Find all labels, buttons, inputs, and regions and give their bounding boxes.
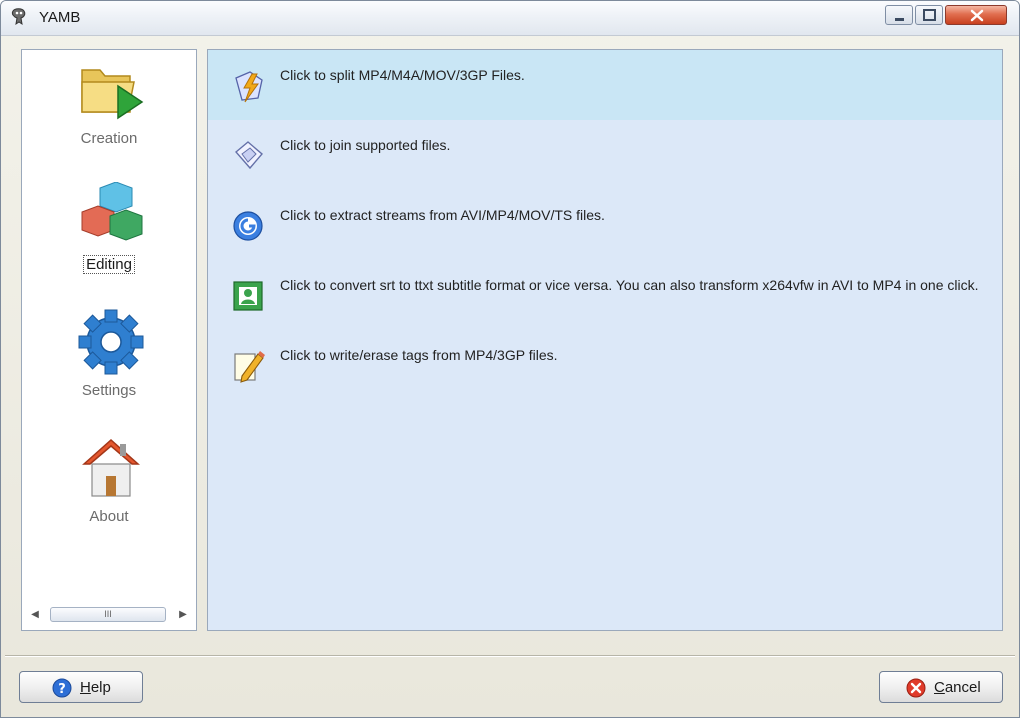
cancel-button-label: Cancel (934, 679, 981, 696)
help-button-label: Help (80, 679, 111, 696)
sidebar-item-creation[interactable]: Creation (22, 52, 196, 168)
sidebar-item-about[interactable]: About (22, 430, 196, 546)
folder-play-icon (81, 69, 144, 120)
minimize-button[interactable] (885, 5, 913, 25)
horizontal-scrollbar[interactable]: ◀ III ▶ (26, 606, 192, 624)
cancel-icon (906, 678, 926, 698)
close-button[interactable] (945, 5, 1007, 25)
cancel-button[interactable]: Cancel (879, 671, 1003, 703)
task-extract[interactable]: Click to extract streams from AVI/MP4/MO… (208, 190, 1002, 260)
gear-icon (78, 309, 144, 375)
task-label: Click to convert srt to ttxt subtitle fo… (280, 277, 979, 293)
sidebar-item-editing[interactable]: Editing (22, 178, 196, 294)
scroll-right-arrow-icon[interactable]: ▶ (176, 608, 190, 622)
sidebar-item-label: Editing (83, 255, 135, 274)
footer-divider (5, 655, 1015, 657)
svg-text:?: ? (58, 682, 66, 697)
scroll-left-arrow-icon[interactable]: ◀ (28, 608, 42, 622)
task-join[interactable]: Click to join supported files. (208, 120, 1002, 190)
task-label: Click to write/erase tags from MP4/3GP f… (280, 347, 558, 363)
join-icon (235, 141, 263, 170)
maximize-button[interactable] (915, 5, 943, 25)
tag-pen-icon (234, 351, 265, 383)
sidebar-item-label: About (89, 508, 129, 525)
maximize-icon (923, 9, 936, 21)
sidebar-item-label: Settings (81, 382, 137, 399)
task-split[interactable]: Click to split MP4/M4A/MOV/3GP Files. (208, 50, 1002, 120)
task-panel: Click to split MP4/M4A/MOV/3GP Files. Cl… (207, 49, 1003, 631)
task-tags[interactable]: Click to write/erase tags from MP4/3GP f… (208, 330, 1002, 400)
app-logo-icon (11, 8, 26, 26)
convert-icon (233, 281, 263, 311)
minimize-icon (895, 18, 904, 21)
task-label: Click to extract streams from AVI/MP4/MO… (280, 207, 605, 223)
task-label: Click to split MP4/M4A/MOV/3GP Files. (280, 67, 525, 83)
help-icon: ? (52, 678, 72, 698)
close-icon (970, 9, 984, 22)
sidebar: Creation Editing Settings About ◀ III ▶ (21, 49, 197, 631)
task-label: Click to join supported files. (280, 137, 451, 153)
app-window: YAMB Creation Editing Settings About ◀ I… (0, 0, 1020, 718)
sidebar-item-settings[interactable]: Settings (22, 304, 196, 420)
extract-icon (233, 211, 263, 241)
cubes-icon (81, 182, 143, 241)
house-icon (82, 438, 140, 497)
scroll-thumb[interactable]: III (50, 607, 166, 622)
window-title: YAMB (39, 9, 81, 26)
title-bar[interactable]: YAMB (1, 1, 1019, 36)
split-icon (235, 71, 263, 103)
help-button[interactable]: ? Help (19, 671, 143, 703)
sidebar-item-label: Creation (80, 130, 138, 147)
